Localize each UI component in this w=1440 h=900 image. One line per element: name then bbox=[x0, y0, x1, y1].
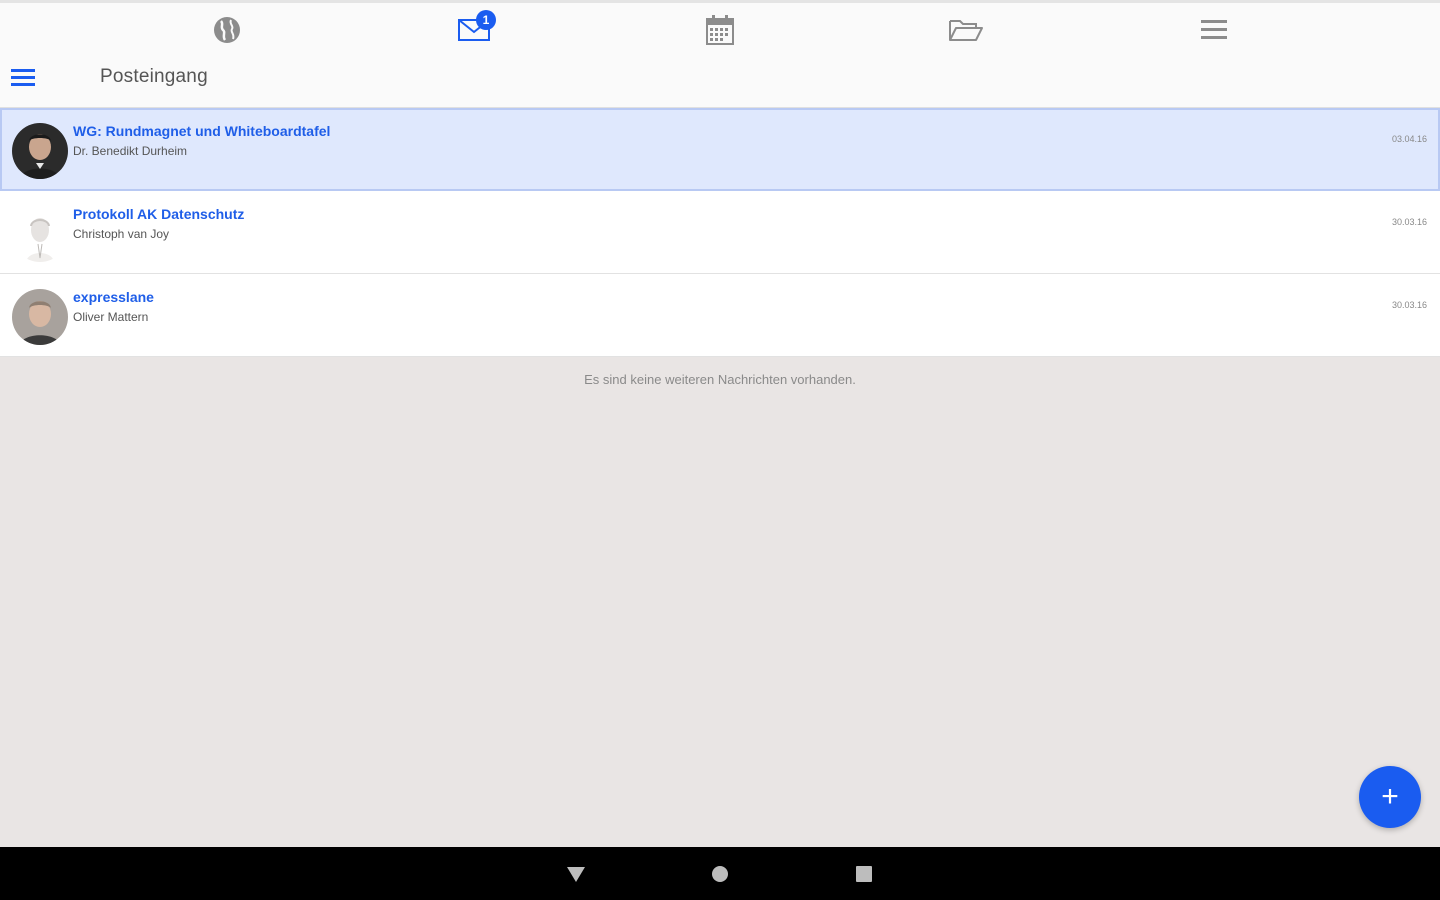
home-icon[interactable] bbox=[709, 863, 731, 885]
message-row[interactable]: Protokoll AK Datenschutz Christoph van J… bbox=[0, 191, 1440, 274]
plus-icon: + bbox=[1381, 780, 1399, 813]
top-navigation: 1 bbox=[0, 0, 1440, 56]
message-date: 03.04.16 bbox=[1391, 134, 1427, 144]
compose-button[interactable]: + bbox=[1359, 766, 1421, 828]
title-bar: Posteingang bbox=[0, 56, 1440, 108]
recents-icon[interactable] bbox=[853, 863, 875, 885]
message-list: WG: Rundmagnet und Whiteboardtafel Dr. B… bbox=[0, 108, 1440, 357]
message-sender: Oliver Mattern bbox=[73, 310, 149, 324]
message-subject: WG: Rundmagnet und Whiteboardtafel bbox=[73, 123, 331, 139]
folder-icon[interactable] bbox=[946, 12, 986, 48]
calendar-icon[interactable] bbox=[700, 12, 740, 48]
avatar bbox=[12, 289, 68, 345]
empty-list-note: Es sind keine weiteren Nachrichten vorha… bbox=[584, 372, 856, 387]
message-subject: Protokoll AK Datenschutz bbox=[73, 206, 245, 222]
globe-icon[interactable] bbox=[207, 12, 247, 48]
message-sender: Dr. Benedikt Durheim bbox=[73, 144, 188, 158]
system-navigation-bar bbox=[0, 847, 1440, 900]
mail-icon[interactable]: 1 bbox=[454, 10, 496, 48]
message-date: 30.03.16 bbox=[1391, 217, 1427, 227]
message-sender: Christoph van Joy bbox=[73, 227, 170, 241]
avatar bbox=[12, 123, 68, 179]
page-title: Posteingang bbox=[100, 66, 208, 87]
message-date: 30.03.16 bbox=[1391, 300, 1427, 310]
unread-badge: 1 bbox=[476, 10, 496, 30]
back-icon[interactable] bbox=[565, 863, 587, 885]
sidebar-toggle-icon[interactable] bbox=[10, 66, 36, 90]
menu-icon[interactable] bbox=[1194, 12, 1234, 48]
message-row[interactable]: expresslane Oliver Mattern 30.03.16 bbox=[0, 274, 1440, 357]
message-row[interactable]: WG: Rundmagnet und Whiteboardtafel Dr. B… bbox=[0, 108, 1440, 191]
avatar bbox=[12, 206, 68, 262]
message-subject: expresslane bbox=[73, 289, 154, 305]
